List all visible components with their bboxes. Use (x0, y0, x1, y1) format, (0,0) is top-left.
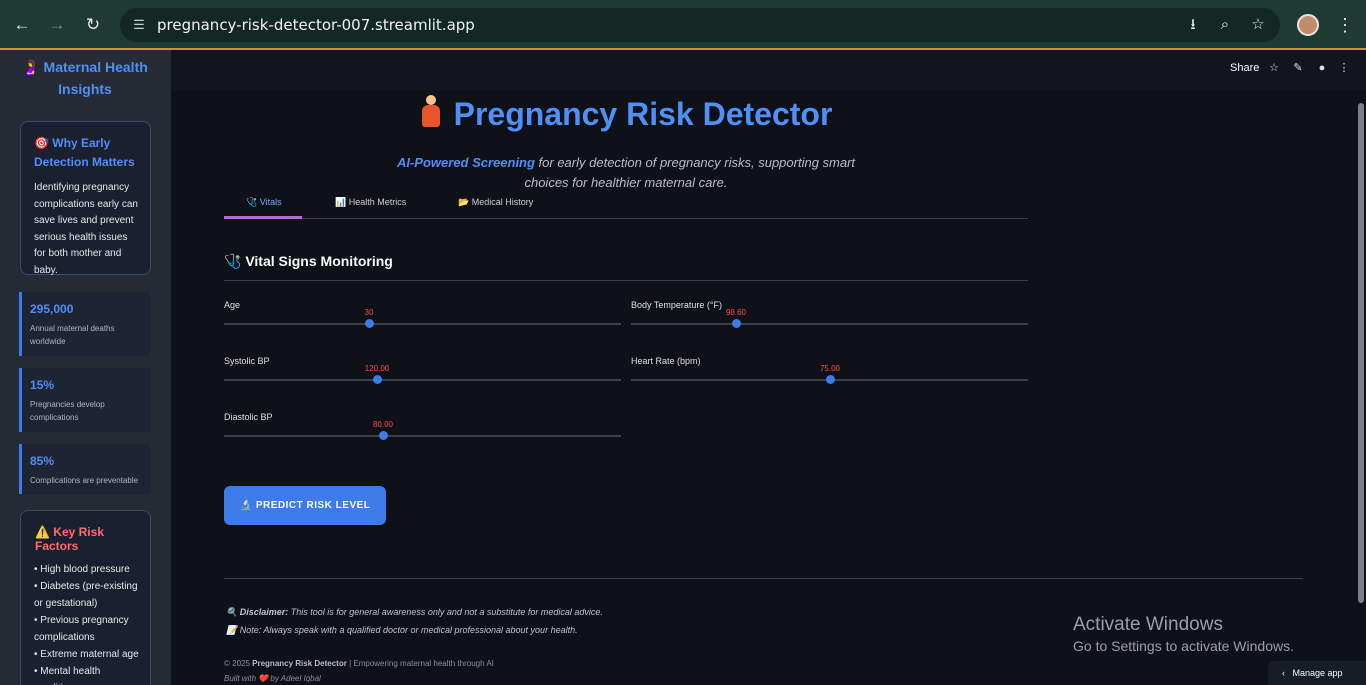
stat-label: Pregnancies develop complications (30, 400, 105, 422)
diastolic-bp-slider[interactable]: Diastolic BP 80.00 (224, 412, 621, 452)
heart-icon: ❤️ (258, 674, 269, 683)
stat-value: 15% (30, 378, 55, 392)
app-toolbar: Share ☆ ✎ ● ⋮ (171, 50, 1366, 90)
slider-thumb[interactable] (365, 319, 374, 328)
install-icon[interactable]: ⭳ (1182, 14, 1204, 36)
stat-label: Annual maternal deaths worldwide (30, 324, 115, 346)
address-bar[interactable]: ☰ pregnancy-risk-detector-007.streamlit.… (120, 8, 1280, 42)
slider-track[interactable] (224, 323, 621, 325)
stat-card: 85% Complications are preventable (19, 444, 151, 494)
sidebar: 🤰 Maternal Health Insights 🎯 Why Early D… (0, 50, 171, 685)
magnifier-icon: 🔍 (226, 607, 238, 617)
slider-label: Age (224, 300, 241, 310)
memo-icon: 📝 (226, 625, 238, 635)
scrollbar[interactable] (1358, 103, 1364, 603)
risk-item: • High blood pressure (34, 564, 130, 575)
edit-icon[interactable]: ✎ (1291, 61, 1305, 75)
manage-app-button[interactable]: ‹ Manage app (1268, 661, 1366, 685)
stat-value: 85% (30, 454, 55, 468)
main-content: Share ☆ ✎ ● ⋮ Pregnancy Risk Detector AI… (171, 50, 1366, 685)
heart-rate-slider[interactable]: Heart Rate (bpm) 75.00 (631, 356, 1028, 396)
browser-toolbar: ← → ↻ ☰ pregnancy-risk-detector-007.stre… (0, 0, 1366, 50)
slider-value: 98.60 (725, 308, 747, 317)
systolic-bp-slider[interactable]: Systolic BP 120.00 (224, 356, 621, 396)
risk-factors-card: ⚠️ Key Risk Factors • High blood pressur… (20, 510, 151, 685)
stethoscope-icon: 🩺 (246, 197, 258, 207)
risk-item: • Mental health conditions (34, 666, 101, 685)
chevron-left-icon: ‹ (1282, 668, 1285, 678)
temperature-slider[interactable]: Body Temperature (°F) 98.60 (631, 300, 1028, 340)
slider-label: Heart Rate (bpm) (631, 356, 701, 366)
stat-value: 295,000 (30, 302, 74, 316)
stethoscope-icon: 🩺 (224, 253, 242, 269)
predict-risk-button[interactable]: 🔬 PREDICT RISK LEVEL (224, 486, 386, 525)
age-slider[interactable]: Age 30 (224, 300, 621, 340)
pregnant-woman-icon (420, 95, 442, 129)
browser-menu-icon[interactable]: ⋮ (1336, 13, 1354, 37)
disclaimer: 🔍 Disclaimer: This tool is for general a… (226, 607, 603, 635)
tab-health-metrics[interactable]: 📊 Health Metrics (335, 197, 406, 208)
target-icon: 🎯 (34, 136, 49, 150)
footer-credits: © 2025 Pregnancy Risk Detector | Empower… (224, 659, 494, 683)
tab-bar: 🩺 Vitals 📊 Health Metrics 📂 Medical Hist… (224, 193, 1028, 219)
slider-track[interactable] (224, 379, 621, 381)
reload-icon[interactable]: ↻ (81, 13, 105, 37)
stat-label: Complications are preventable (30, 476, 139, 485)
share-button[interactable]: Share (1230, 62, 1259, 74)
section-heading: 🩺 Vital Signs Monitoring (224, 253, 393, 269)
stat-card: 15% Pregnancies develop complications (19, 368, 151, 432)
why-early-card: 🎯 Why Early Detection Matters Identifyin… (20, 121, 151, 276)
slider-label: Diastolic BP (224, 412, 273, 422)
microscope-icon: 🔬 (239, 500, 253, 511)
divider (224, 578, 1303, 579)
divider (224, 280, 1028, 281)
page-subtitle: AI-Powered Screening for early detection… (396, 155, 856, 190)
url-text[interactable]: pregnancy-risk-detector-007.streamlit.ap… (157, 16, 475, 34)
risk-item: • Previous pregnancy complications (34, 615, 129, 643)
back-icon[interactable]: ← (10, 13, 34, 37)
page-title: Pregnancy Risk Detector (171, 95, 1081, 133)
star-icon[interactable]: ☆ (1267, 61, 1281, 75)
slider-thumb[interactable] (732, 319, 741, 328)
site-info-icon[interactable]: ☰ (130, 16, 148, 34)
slider-label: Body Temperature (°F) (631, 300, 722, 310)
warning-icon: ⚠️ (35, 525, 50, 539)
slider-thumb[interactable] (379, 431, 388, 440)
sidebar-title: 🤰 Maternal Health Insights (22, 59, 148, 97)
slider-track[interactable] (224, 435, 621, 437)
slider-value: 75.00 (819, 364, 841, 373)
activate-windows-watermark: Activate Windows Go to Settings to activ… (1073, 614, 1294, 654)
risk-item: • Extreme maternal age (34, 649, 139, 660)
slider-thumb[interactable] (373, 375, 382, 384)
slider-value: 120.00 (364, 364, 390, 373)
more-options-icon[interactable]: ⋮ (1337, 61, 1351, 75)
active-tab-indicator (224, 216, 302, 219)
risk-item: • Diabetes (pre-existing or gestational) (34, 581, 138, 609)
slider-track[interactable] (631, 323, 1028, 325)
tab-medical-history[interactable]: 📂 Medical History (458, 197, 533, 208)
profile-avatar[interactable] (1297, 14, 1319, 36)
github-icon[interactable]: ● (1315, 61, 1329, 75)
forward-icon[interactable]: → (45, 13, 69, 37)
folder-icon: 📂 (458, 197, 470, 207)
bar-chart-icon: 📊 (335, 197, 347, 207)
tab-vitals[interactable]: 🩺 Vitals (246, 197, 282, 208)
bookmark-star-icon[interactable]: ☆ (1247, 14, 1269, 36)
slider-value: 30 (364, 308, 374, 317)
slider-label: Systolic BP (224, 356, 270, 366)
why-early-title: 🎯 Why Early Detection Matters (34, 136, 135, 169)
slider-value: 80.00 (372, 420, 394, 429)
stat-card: 295,000 Annual maternal deaths worldwide (19, 292, 151, 356)
zoom-icon[interactable]: ⌕ (1214, 14, 1236, 36)
risk-factors-title: ⚠️ Key Risk Factors (35, 525, 104, 553)
why-early-body: Identifying pregnancy complications earl… (34, 182, 138, 276)
slider-thumb[interactable] (826, 375, 835, 384)
pregnant-woman-icon: 🤰 (22, 59, 40, 75)
